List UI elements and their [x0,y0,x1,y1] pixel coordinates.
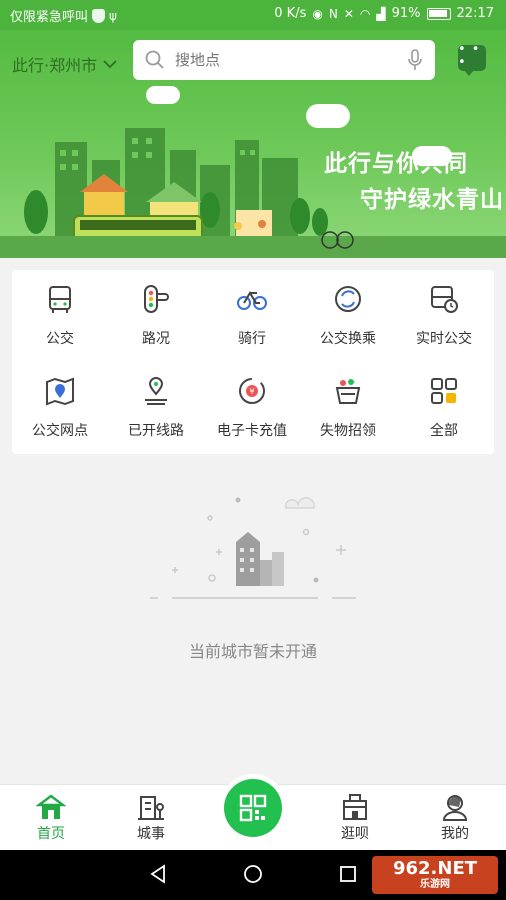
service-card-recharge[interactable]: ¥ 电子卡充值 [204,364,300,448]
chevron-down-icon [103,60,117,69]
back-icon[interactable] [148,864,168,884]
service-transfer[interactable]: 公交换乘 [300,272,396,356]
cloud-icon [146,86,180,104]
tab-bar: 首页 城事 逛呗 我的 [0,779,506,850]
signal-icon: ▟ [376,6,386,21]
route-icon [145,377,167,405]
service-label: 实时公交 [416,331,472,347]
battery-percent: 91% [391,6,421,21]
map-pin-icon [46,377,74,406]
recent-apps-icon[interactable] [338,864,358,884]
city-label: 此行·郑州市 [12,56,98,75]
empty-state-message: 当前城市暂未开通 [188,642,317,661]
microphone-icon[interactable] [407,49,423,71]
wifi-icon: ◠ [359,6,371,21]
user-icon [442,795,468,821]
network-speed: 0 K/s [274,6,307,21]
service-open-routes[interactable]: 已开线路 [108,364,204,448]
tab-profile[interactable]: 我的 [420,793,490,843]
transfer-icon [335,286,361,312]
service-label: 公交网点 [32,423,88,439]
banner-slogan-line2: 守护绿水青山 [360,187,504,213]
watermark-logo: 962.NET 乐游网 [372,856,498,894]
tab-label: 首页 [37,826,65,842]
service-all[interactable]: 全部 [396,364,492,448]
service-label: 已开线路 [128,423,184,439]
home-icon [36,794,66,819]
qr-code-icon [239,794,267,822]
search-input[interactable] [175,51,397,69]
tab-home[interactable]: 首页 [16,793,86,843]
message-icon[interactable]: • • • [458,43,486,76]
lost-found-icon [335,379,361,404]
carrier-text: 仅限紧急呼叫 [10,10,89,25]
usb-icon: ψ [109,8,117,23]
empty-city-illustration [150,497,356,599]
card-recharge-icon: ¥ [239,378,265,404]
nfc-icon: N [328,6,338,21]
service-bus[interactable]: 公交 [12,272,108,356]
traffic-light-icon [144,285,169,313]
clock: 22:17 [456,6,494,21]
grid-icon [431,378,457,404]
service-label: 电子卡充值 [217,423,287,439]
tab-label: 城事 [137,826,165,842]
banner-slogan-line1: 此行与你共同 [324,151,468,177]
banner[interactable]: 此行·郑州市 • • • 此行与你共同 守护绿水青山 [0,30,506,258]
battery-icon [426,7,451,20]
building-icon [138,796,164,820]
tab-label: 我的 [441,826,469,842]
store-icon [343,794,367,820]
tab-label: 逛呗 [341,826,369,842]
service-grid: 公交 路况 骑行 公交换乘 实时公交 公交网点 已开线路 ¥ 电子卡充值 失物招… [12,270,494,454]
search-bar[interactable] [133,40,435,80]
service-bus-outlets[interactable]: 公交网点 [12,364,108,448]
search-icon [145,50,164,69]
cloud-icon [306,104,350,128]
status-bar: 仅限紧急呼叫 ψ 0 K/s ◉ N ✕ ◠ ▟ 91% 22:17 [0,0,506,30]
service-label: 骑行 [238,331,266,347]
shield-icon [92,8,106,23]
city-selector[interactable]: 此行·郑州市 [12,52,117,76]
svg-text:¥: ¥ [249,387,254,396]
mute-icon: ✕ [343,6,354,21]
location-icon: ◉ [312,6,323,21]
scan-qr-button[interactable] [224,779,282,837]
service-label: 公交 [46,331,74,347]
service-lost-found[interactable]: 失物招领 [300,364,396,448]
watermark-site: 乐游网 [420,879,450,890]
home-circle-icon[interactable] [243,864,263,884]
realtime-bus-icon [431,286,458,313]
service-cycling[interactable]: 骑行 [204,272,300,356]
service-realtime-bus[interactable]: 实时公交 [396,272,492,356]
service-label: 路况 [142,331,170,347]
service-label: 公交换乘 [320,331,376,347]
tab-shopping[interactable]: 逛呗 [320,793,390,843]
service-traffic[interactable]: 路况 [108,272,204,356]
watermark-brand: 962.NET [392,858,478,879]
service-label: 全部 [430,423,458,439]
service-label: 失物招领 [320,423,376,439]
bus-icon [49,286,71,313]
tab-city-news[interactable]: 城事 [116,793,186,843]
bicycle-icon [237,291,267,310]
